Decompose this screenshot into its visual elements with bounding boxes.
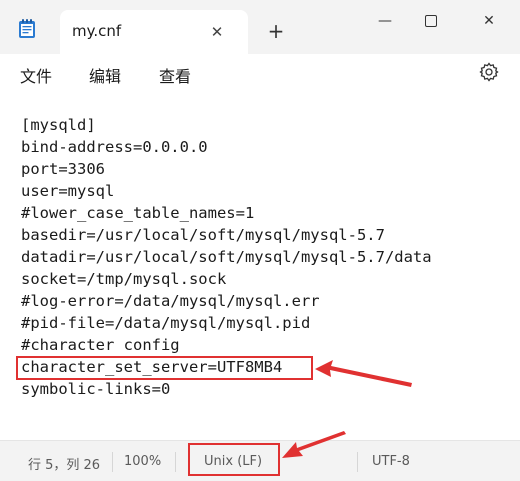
tab-my-cnf[interactable]: my.cnf ✕ (60, 10, 248, 54)
editor-line: #pid-file=/data/mysql/mysql.pid (21, 314, 311, 332)
title-bar: my.cnf ✕ + — ✕ (0, 0, 520, 54)
menu-edit[interactable]: 编辑 (89, 63, 121, 87)
maximize-icon (425, 15, 437, 27)
editor-line: socket=/tmp/mysql.sock (21, 270, 227, 288)
editor-line: port=3306 (21, 160, 105, 178)
editor-line: #log-error=/data/mysql/mysql.err (21, 292, 320, 310)
text-editor[interactable]: [mysqld] bind-address=0.0.0.0 port=3306 … (0, 94, 520, 440)
editor-line: #character config (21, 336, 180, 354)
encoding[interactable]: UTF-8 (372, 454, 410, 469)
editor-line: symbolic-links=0 (21, 380, 171, 398)
editor-line: user=mysql (21, 182, 115, 200)
cursor-position: 行 5，列 26 (28, 458, 101, 473)
annotation-highlight-box (16, 356, 313, 380)
editor-line: #lower_case_table_names=1 (21, 204, 255, 222)
notepad-icon (19, 19, 35, 38)
close-icon[interactable]: ✕ (207, 22, 227, 42)
plus-icon[interactable]: + (265, 20, 287, 42)
zoom-level[interactable]: 100% (124, 454, 161, 469)
editor-line: [mysqld] (21, 116, 96, 134)
gear-icon[interactable] (479, 62, 499, 82)
maximize-button[interactable] (408, 6, 454, 36)
editor-line: datadir=/usr/local/soft/mysql/mysql-5.7/… (21, 248, 432, 266)
notepad-window: my.cnf ✕ + — ✕ 文件 编辑 查看 [mysqld] bind-ad… (0, 0, 520, 481)
menu-file[interactable]: 文件 (20, 63, 52, 87)
menu-bar: 文件 编辑 查看 (0, 54, 520, 94)
status-divider (175, 452, 176, 472)
tab-title: my.cnf (72, 22, 122, 40)
status-divider (112, 452, 113, 472)
menu-view[interactable]: 查看 (159, 63, 191, 87)
editor-line: bind-address=0.0.0.0 (21, 138, 208, 156)
status-divider (357, 452, 358, 472)
editor-line: basedir=/usr/local/soft/mysql/mysql-5.7 (21, 226, 385, 244)
annotation-eol-box (188, 443, 280, 476)
close-window-button[interactable]: ✕ (466, 6, 512, 36)
minimize-button[interactable]: — (362, 6, 408, 36)
